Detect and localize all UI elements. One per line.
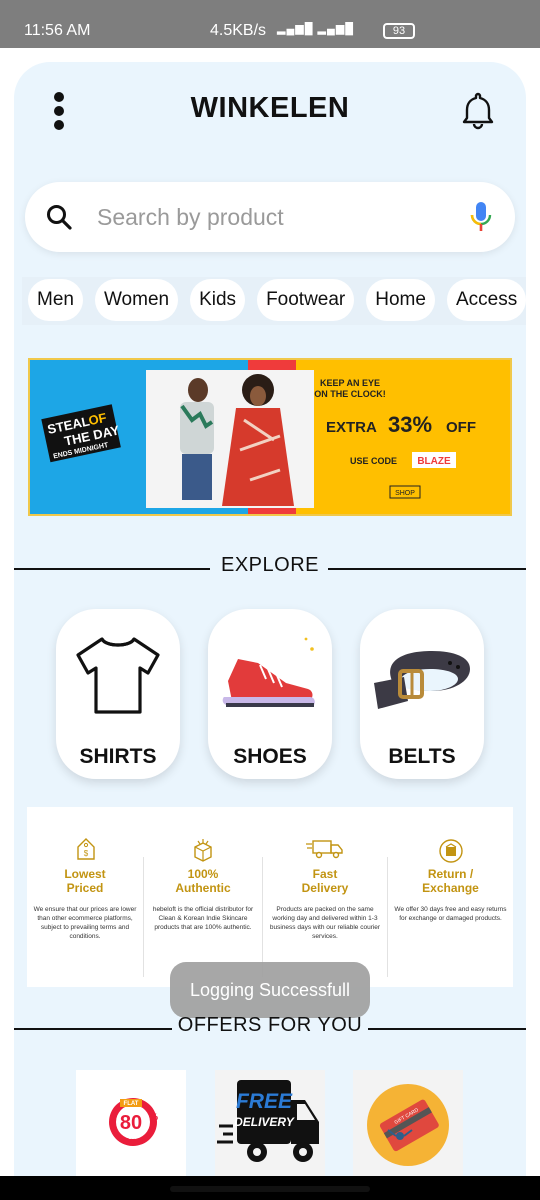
- chip-women[interactable]: Women: [94, 279, 179, 321]
- status-bar: 11:56 AM 4.5KB/s ▂▄▆█ ▂▄▆█ 93: [0, 0, 540, 48]
- belt-icon: [372, 623, 472, 723]
- offer-free: FREE: [236, 1090, 293, 1113]
- explore-heading: EXPLORE: [221, 554, 319, 576]
- category-card-shoes[interactable]: SHOES: [208, 609, 332, 779]
- feature-title-2a: 100%: [187, 867, 219, 881]
- category-card-shirts[interactable]: SHIRTS: [56, 609, 180, 779]
- network-speed: 4.5KB/s: [210, 22, 267, 39]
- offers-heading: OFFERS FOR YOU: [177, 1014, 363, 1036]
- banner-code: BLAZE: [417, 456, 451, 467]
- search-bar[interactable]: [25, 182, 515, 252]
- banner-extra-value: 33%: [388, 412, 432, 437]
- banner-keep-eye: KEEP AN EYE: [320, 378, 380, 388]
- offer-off: OFF: [128, 1135, 138, 1141]
- mic-icon[interactable]: [469, 200, 493, 239]
- banner-use-code: USE CODE: [350, 456, 397, 466]
- category-label-shoes: SHOES: [233, 745, 307, 768]
- delivery-truck-icon: [263, 837, 387, 866]
- feature-fast-delivery: Fast Delivery Products are packed on the …: [263, 807, 387, 987]
- banner-extra: EXTRA: [326, 419, 377, 436]
- explore-divider: EXPLORE: [14, 554, 526, 584]
- chip-footwear[interactable]: Footwear: [257, 279, 355, 321]
- banner-on-clock: ON THE CLOCK!: [314, 389, 386, 399]
- features-panel: $ Lowest Priced We ensure that our prices…: [27, 807, 513, 987]
- app-screen: WINKELEN Men Women Kids Footwear Home Access: [14, 62, 526, 1200]
- bell-icon[interactable]: [458, 90, 498, 130]
- toast-message: Logging Successfull: [170, 962, 370, 1018]
- chip-men[interactable]: Men: [28, 279, 83, 321]
- offer-percent: 80: [120, 1112, 142, 1134]
- category-card-belts[interactable]: BELTS: [360, 609, 484, 779]
- feature-title-3b: Delivery: [301, 881, 349, 895]
- banner-shop: SHOP: [395, 490, 415, 497]
- feature-authentic: 100% Authentic hebeloft is the official d…: [144, 807, 262, 987]
- home-gesture-bar[interactable]: [170, 1186, 370, 1192]
- search-input[interactable]: [97, 199, 457, 235]
- svg-text:%: %: [150, 1112, 158, 1122]
- promo-banner[interactable]: KEEP AN EYE ON THE CLOCK! EXTRA 33% OFF …: [28, 358, 512, 516]
- feature-title-3a: Fast: [312, 867, 338, 881]
- shoe-icon: [220, 623, 320, 723]
- feature-return-exchange: Return / Exchange We offer 30 days free a…: [388, 807, 513, 987]
- status-time: 11:56 AM: [24, 22, 91, 39]
- feature-lowest-priced: $ Lowest Priced We ensure that our prices…: [27, 807, 143, 987]
- chip-kids[interactable]: Kids: [190, 279, 246, 321]
- feature-desc-2: hebeloft is the official distributor for…: [152, 906, 254, 931]
- feature-title-4b: Exchange: [422, 881, 479, 895]
- offers-divider: OFFERS FOR YOU: [14, 1014, 526, 1044]
- price-tag-icon: $: [27, 837, 143, 868]
- authentic-box-icon: [144, 837, 262, 868]
- chip-accessories[interactable]: Access: [446, 279, 526, 321]
- category-chips: Men Women Kids Footwear Home Access: [22, 277, 526, 325]
- offer-delivery: DELIVERY: [234, 1115, 295, 1129]
- signal-icon: ▂▄▆█ ▂▄▆█: [277, 23, 355, 35]
- return-box-icon: [388, 837, 513, 870]
- category-label-shirts: SHIRTS: [79, 745, 157, 768]
- battery-icon: 93: [383, 23, 415, 39]
- category-label-belts: BELTS: [388, 745, 456, 768]
- svg-text:$: $: [84, 849, 89, 858]
- feature-title-1b: Priced: [66, 881, 104, 895]
- feature-title-4a: Return /: [427, 867, 474, 881]
- feature-desc-1: We ensure that our prices are lower than…: [33, 906, 137, 940]
- feature-desc-4: We offer 30 days free and easy returns f…: [394, 906, 507, 922]
- chip-home[interactable]: Home: [366, 279, 435, 321]
- shirt-icon: [68, 623, 168, 723]
- banner-off: OFF: [446, 419, 476, 436]
- search-icon[interactable]: [45, 203, 73, 236]
- feature-title-1a: Lowest: [64, 867, 106, 881]
- feature-desc-3: Products are packed on the same working …: [269, 906, 381, 940]
- app-title: WINKELEN: [190, 92, 350, 124]
- feature-title-2b: Authentic: [175, 881, 231, 895]
- offer-flat: FLAT: [124, 1101, 139, 1107]
